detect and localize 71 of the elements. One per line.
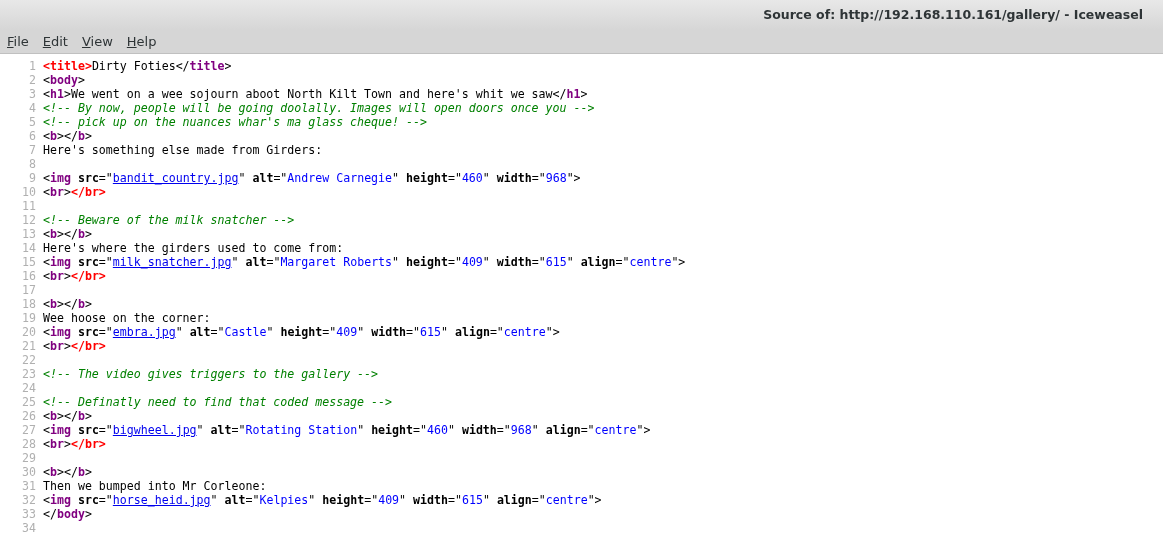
code-line: <img src="bandit_country.jpg" alt="Andrew Carnegie" height="460" width="968">: [43, 171, 581, 185]
line-number: 1: [28, 59, 37, 73]
menu-item[interactable]: Edit: [42, 31, 68, 52]
code-line: <title>Dirty Foties</title>: [43, 59, 232, 73]
line-number: 11: [21, 199, 37, 213]
line-number: 12: [21, 213, 37, 227]
code-line: Here's where the girders used to come from:: [43, 241, 344, 255]
line-number: 9: [28, 171, 37, 185]
source-link[interactable]: bandit_country.jpg: [112, 171, 239, 185]
window-title: Source of: http://192.168.110.161/gallery/ - Iceweasel: [763, 5, 1143, 24]
line-number: 30: [21, 465, 37, 479]
code-line: <b></b>: [43, 129, 92, 143]
code-line: <b></b>: [43, 227, 92, 241]
code-line: Here's something else made from Girders:: [43, 143, 323, 157]
code-line: <br></br>: [43, 185, 106, 199]
code-line: <!-- Beware of the milk snatcher -->: [43, 213, 295, 227]
code-line: </body>: [43, 507, 92, 521]
line-number: 32: [21, 493, 37, 507]
line-number: 13: [21, 227, 37, 241]
code-line: <!-- The video gives triggers to the gallery -->: [43, 367, 379, 381]
line-number: 21: [21, 339, 37, 353]
line-number: 5: [28, 115, 37, 129]
line-number: 16: [21, 269, 37, 283]
line-number: 27: [21, 423, 37, 437]
line-number: 22: [21, 353, 37, 367]
line-number: 28: [21, 437, 37, 451]
code-line: <!-- pick up on the nuances whar's ma glass cheque! -->: [43, 115, 427, 129]
source-link[interactable]: bigwheel.jpg: [112, 423, 197, 437]
line-number: 34: [21, 521, 37, 535]
code-line: Then we bumped into Mr Corleone:: [43, 479, 267, 493]
menu-item[interactable]: Help: [126, 31, 157, 52]
code-line: <!-- By now, people will be going doolally. Images will open doors once you -->: [43, 101, 595, 115]
code-line: <h1>We went on a wee sojourn aboot North Kilt Town and here's whit we saw</h1>: [43, 87, 588, 101]
line-number: 25: [21, 395, 37, 409]
code-line: <img src="embra.jpg" alt="Castle" height="409" width="615" align="centre">: [43, 325, 560, 339]
code-line: <br></br>: [43, 269, 106, 283]
line-number: 26: [21, 409, 37, 423]
code-line: <br></br>: [43, 437, 106, 451]
source-link[interactable]: embra.jpg: [112, 325, 176, 339]
code-line: <img src="milk_snatcher.jpg" alt="Margaret Roberts" height="409" width="615" align="centre">: [43, 255, 686, 269]
code-line: <b></b>: [43, 297, 92, 311]
code-line: <img src="horse_heid.jpg" alt="Kelpies" height="409" width="615" align="centre">: [43, 493, 602, 507]
line-number: 14: [21, 241, 37, 255]
code-line: <b></b>: [43, 409, 92, 423]
line-number: 4: [28, 101, 37, 115]
source-link[interactable]: milk_snatcher.jpg: [112, 255, 232, 269]
source-link[interactable]: horse_heid.jpg: [112, 493, 211, 507]
code-line: <img src="bigwheel.jpg" alt="Rotating Station" height="460" width="968" align="centre">: [43, 423, 651, 437]
code-line: <br></br>: [43, 339, 106, 353]
line-number: 7: [28, 143, 37, 157]
line-number: 17: [21, 283, 37, 297]
line-number: 2: [28, 73, 37, 87]
line-number: 18: [21, 297, 37, 311]
menu-item[interactable]: File: [7, 31, 29, 52]
code-line: <b></b>: [43, 465, 92, 479]
line-number: 10: [21, 185, 37, 199]
line-number: 33: [21, 507, 37, 521]
line-number: 29: [21, 451, 37, 465]
line-number: 24: [21, 381, 37, 395]
line-number: 19: [21, 311, 37, 325]
line-number: 3: [28, 87, 37, 101]
code-line: <!-- Definatly need to find that coded message -->: [43, 395, 392, 409]
code-line: <body>: [43, 73, 85, 87]
line-number: 6: [28, 129, 37, 143]
menu-item[interactable]: View: [81, 31, 113, 52]
line-number: 20: [21, 325, 37, 339]
code-line: Wee hoose on the corner:: [43, 311, 211, 325]
line-number: 8: [28, 157, 37, 171]
line-number: 31: [21, 479, 37, 493]
line-number: 15: [21, 255, 37, 269]
line-number: 23: [21, 367, 37, 381]
